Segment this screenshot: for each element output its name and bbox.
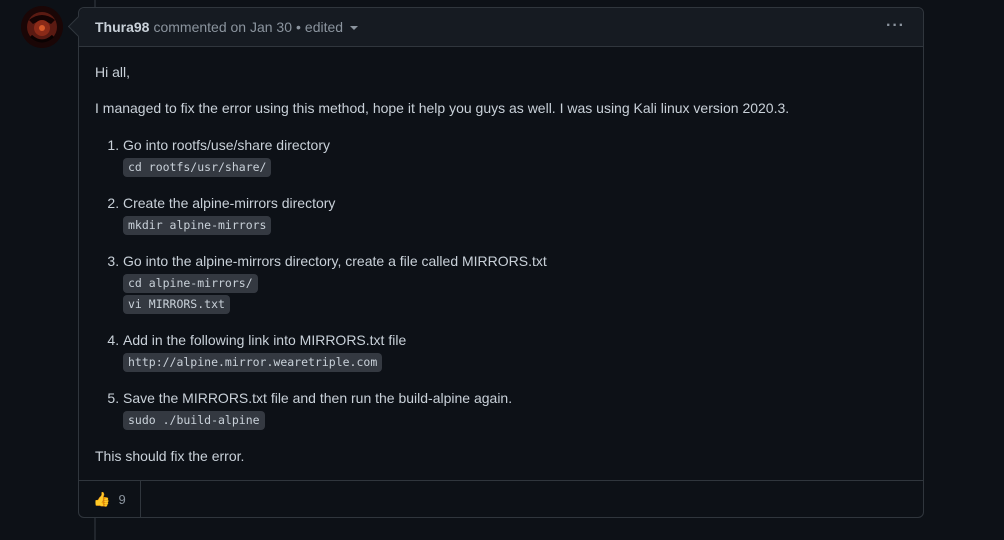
list-item: Go into rootfs/use/share directory cd ro…	[123, 135, 907, 177]
comment-header: Thura98 commented on Jan 30 • edited ···	[79, 8, 923, 47]
code-snippet: sudo ./build-alpine	[123, 411, 265, 430]
intro-text: I managed to fix the error using this me…	[95, 100, 790, 116]
comment-box: Thura98 commented on Jan 30 • edited ···…	[78, 7, 924, 518]
chevron-down-icon	[350, 26, 359, 30]
list-item: Create the alpine-mirrors directory mkdi…	[123, 193, 907, 235]
step-text: Add in the following link into MIRRORS.t…	[123, 332, 407, 348]
reaction-count: 9	[118, 491, 126, 507]
comment-timestamp[interactable]: commented on Jan 30	[153, 19, 292, 35]
edited-label: edited	[304, 19, 344, 35]
reaction-thumbs-up-button[interactable]: 👍 9	[79, 481, 141, 517]
step-text: Go into the alpine-mirrors directory, cr…	[123, 253, 547, 269]
greeting-text: Hi all,	[95, 64, 131, 80]
author-link[interactable]: Thura98	[95, 19, 149, 35]
code-snippet: vi MIRRORS.txt	[123, 295, 230, 314]
closing-text: This should fix the error.	[95, 448, 245, 464]
avatar[interactable]	[21, 6, 63, 48]
code-snippet: cd alpine-mirrors/	[123, 274, 258, 293]
separator-dot: •	[296, 19, 301, 35]
reactions-bar: 👍 9	[79, 480, 923, 517]
list-item: Save the MIRRORS.txt file and then run t…	[123, 388, 907, 430]
code-snippet: cd rootfs/usr/share/	[123, 158, 272, 177]
code-snippet: http://alpine.mirror.wearetriple.com	[123, 353, 383, 372]
avatar-image	[21, 6, 63, 48]
step-text: Save the MIRRORS.txt file and then run t…	[123, 390, 513, 406]
list-item: Add in the following link into MIRRORS.t…	[123, 330, 907, 372]
comment-body: Hi all, I managed to fix the error using…	[79, 47, 923, 467]
list-item: Go into the alpine-mirrors directory, cr…	[123, 251, 907, 314]
edited-dropdown[interactable]: edited	[304, 19, 359, 35]
step-text: Go into rootfs/use/share directory	[123, 137, 330, 153]
steps-list: Go into rootfs/use/share directory cd ro…	[95, 135, 907, 430]
code-snippet: mkdir alpine-mirrors	[123, 216, 272, 235]
thumbs-up-icon: 👍	[93, 490, 111, 507]
step-text: Create the alpine-mirrors directory	[123, 195, 336, 211]
kebab-menu-icon[interactable]: ···	[886, 18, 905, 34]
